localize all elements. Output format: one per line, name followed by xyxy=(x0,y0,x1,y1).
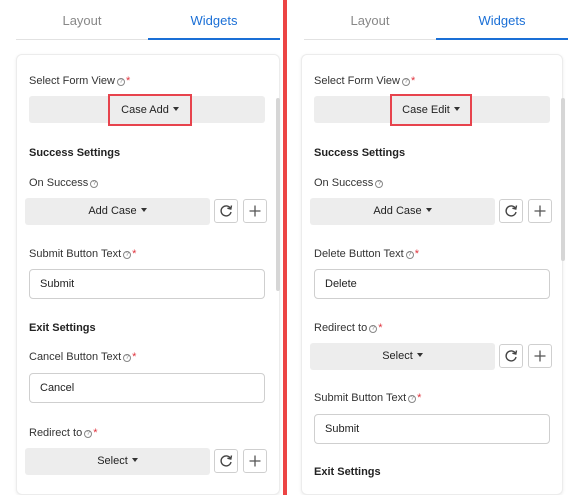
panel-divider xyxy=(283,0,287,495)
cancel-text-label: Cancel Button Text? * xyxy=(29,351,137,363)
refresh-button[interactable] xyxy=(499,199,523,223)
refresh-button[interactable] xyxy=(214,449,238,473)
caret-down-icon xyxy=(131,458,138,462)
form-view-value: Case Add xyxy=(121,104,169,116)
help-icon: ? xyxy=(375,180,384,188)
submit-text-label: Submit Button Text? * xyxy=(314,392,422,404)
refresh-icon xyxy=(505,350,518,362)
submit-text-input[interactable]: Submit xyxy=(29,269,265,299)
required-marker: * xyxy=(132,351,137,363)
refresh-icon xyxy=(220,455,233,467)
caret-down-icon xyxy=(140,208,147,212)
help-icon: ? xyxy=(402,78,410,86)
on-success-select[interactable]: Add Case xyxy=(310,198,495,225)
tab-widgets[interactable]: Widgets xyxy=(436,0,568,40)
help-icon: ? xyxy=(117,78,125,86)
tab-widgets[interactable]: Widgets xyxy=(148,0,280,40)
tab-layout[interactable]: Layout xyxy=(16,0,148,40)
on-success-select[interactable]: Add Case xyxy=(25,198,210,225)
tab-layout[interactable]: Layout xyxy=(304,0,436,40)
redirect-label: Redirect to? * xyxy=(314,322,383,334)
caret-down-icon xyxy=(453,107,460,111)
success-settings-heading: Success Settings xyxy=(314,147,406,159)
form-view-select[interactable]: Case Add xyxy=(108,94,192,126)
plus-icon xyxy=(249,205,261,217)
form-view-label: Select Form View? * xyxy=(314,75,416,87)
redirect-label: Redirect to? * xyxy=(29,427,98,439)
delete-text-input[interactable]: Delete xyxy=(314,269,550,299)
refresh-icon xyxy=(505,205,518,217)
caret-down-icon xyxy=(172,107,179,111)
on-success-label: On Success? xyxy=(29,177,99,189)
plus-icon xyxy=(249,455,261,467)
redirect-select[interactable]: Select xyxy=(25,448,210,475)
tab-bar: Layout Widgets xyxy=(304,0,568,40)
success-settings-heading: Success Settings xyxy=(29,147,121,159)
form-view-value: Case Edit xyxy=(402,104,450,116)
plus-icon xyxy=(534,205,546,217)
refresh-button[interactable] xyxy=(214,199,238,223)
redirect-select[interactable]: Select xyxy=(310,343,495,370)
required-marker: * xyxy=(414,248,419,260)
help-icon: ? xyxy=(369,325,378,333)
redirect-value: Select xyxy=(97,455,128,467)
help-icon: ? xyxy=(123,354,132,362)
form-view-label: Select Form View? * xyxy=(29,75,131,87)
form-view-select[interactable]: Case Edit xyxy=(390,94,472,126)
required-marker: * xyxy=(132,248,137,260)
required-marker: * xyxy=(411,75,416,87)
help-icon: ? xyxy=(90,180,99,188)
refresh-button[interactable] xyxy=(499,344,523,368)
tab-bar: Layout Widgets xyxy=(16,0,280,40)
exit-settings-heading: Exit Settings xyxy=(29,322,96,334)
help-icon: ? xyxy=(408,395,417,403)
redirect-value: Select xyxy=(382,350,413,362)
help-icon: ? xyxy=(123,251,132,259)
required-marker: * xyxy=(93,427,98,439)
add-button[interactable] xyxy=(243,199,267,223)
on-success-value: Add Case xyxy=(88,205,137,217)
required-marker: * xyxy=(378,322,383,334)
plus-icon xyxy=(534,350,546,362)
add-button[interactable] xyxy=(243,449,267,473)
add-button[interactable] xyxy=(528,344,552,368)
delete-text-label: Delete Button Text? * xyxy=(314,248,419,260)
required-marker: * xyxy=(126,75,131,87)
on-success-value: Add Case xyxy=(373,205,422,217)
help-icon: ? xyxy=(405,251,414,259)
on-success-label: On Success? xyxy=(314,177,384,189)
caret-down-icon xyxy=(425,208,432,212)
refresh-icon xyxy=(220,205,233,217)
caret-down-icon xyxy=(416,353,423,357)
required-marker: * xyxy=(417,392,422,404)
exit-settings-heading: Exit Settings xyxy=(314,466,381,478)
cancel-text-input[interactable]: Cancel xyxy=(29,373,265,403)
submit-text-label: Submit Button Text? * xyxy=(29,248,137,260)
submit-text-input[interactable]: Submit xyxy=(314,414,550,444)
help-icon: ? xyxy=(84,430,93,438)
add-button[interactable] xyxy=(528,199,552,223)
scrollbar[interactable] xyxy=(276,98,280,291)
scrollbar[interactable] xyxy=(561,98,565,261)
